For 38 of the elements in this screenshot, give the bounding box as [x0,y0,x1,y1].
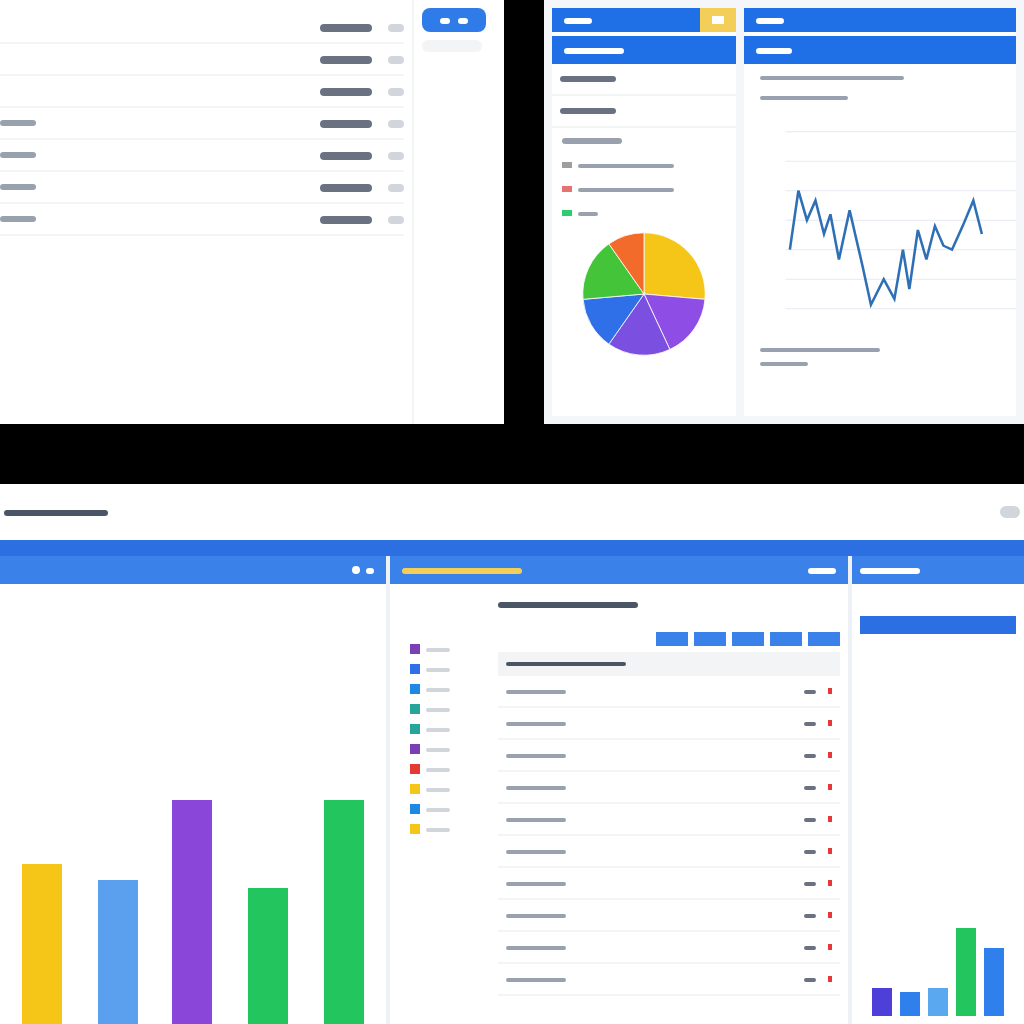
filter-button[interactable] [808,631,840,645]
blurred-text [0,216,36,222]
filter-button[interactable] [656,631,688,645]
blurred-text [560,76,616,82]
blurred-text [0,120,36,126]
blurred-text [388,215,404,223]
blurred-text [388,55,404,63]
blurred-text [320,183,372,191]
blurred-text [0,152,36,158]
filter-button[interactable] [694,631,726,645]
blurred-text [320,151,372,159]
blurred-text [860,567,920,573]
blurred-text [562,138,622,144]
blurred-text [808,567,836,573]
blurred-text [320,119,372,127]
filter-button[interactable] [770,631,802,645]
blurred-text [388,151,404,159]
blurred-text [365,567,374,573]
blurred-text [401,567,522,573]
blurred-text [320,215,372,223]
blurred-text [756,47,792,53]
blurred-text [1000,506,1020,518]
blurred-text [388,183,404,191]
blurred-text [497,601,638,607]
blurred-text [320,55,372,63]
action-button[interactable] [422,8,486,32]
blurred-text [560,108,616,114]
blurred-text [756,17,784,23]
blurred-text [564,47,624,53]
blurred-text [564,17,592,23]
blurred-text [320,23,372,31]
blurred-text [320,87,372,95]
blurred-text [4,509,108,515]
blurred-text [0,184,36,190]
blurred-text [388,23,404,31]
blurred-text [388,119,404,127]
filter-button[interactable] [732,631,764,645]
blurred-text [388,87,404,95]
